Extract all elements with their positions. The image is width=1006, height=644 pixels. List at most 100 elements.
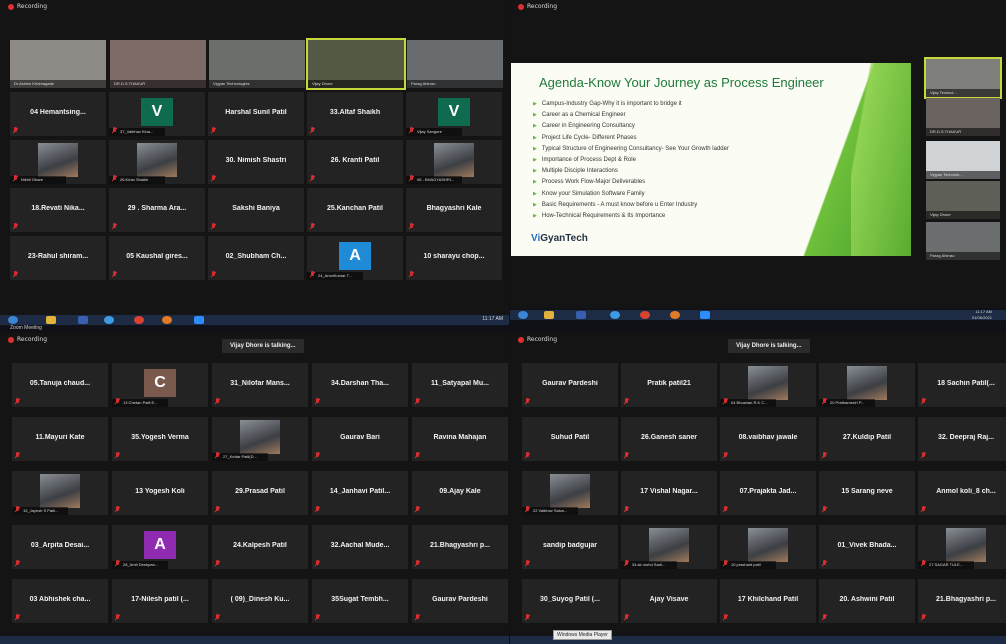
- zoom-icon[interactable]: [700, 311, 710, 319]
- participant-tile[interactable]: 21.Bhagyashri p...: [918, 579, 1006, 623]
- participant-tile[interactable]: 21.Bhagyashri p...: [412, 525, 508, 569]
- participant-tile[interactable]: 23-Rahul shiram...: [10, 236, 106, 280]
- chrome-icon[interactable]: [640, 311, 650, 319]
- firefox-icon[interactable]: [670, 311, 680, 319]
- participant-tile[interactable]: 17 Khilchand Patil: [720, 579, 816, 623]
- participant-tile[interactable]: 29.Prasad Patil: [212, 471, 308, 515]
- participant-tile[interactable]: Bhagyashri Kale: [406, 188, 502, 232]
- start-icon[interactable]: [518, 311, 528, 319]
- participant-tile[interactable]: 07.Prajakta Jad...: [720, 471, 816, 515]
- participant-tile[interactable]: 30. Nimish Shastri: [208, 140, 304, 184]
- participant-tile[interactable]: 17 Vishal Nagar...: [621, 471, 717, 515]
- muted-mic-icon: [315, 560, 320, 566]
- participant-tile[interactable]: 27_Kedar Patil(D...: [212, 417, 308, 461]
- participant-tile[interactable]: 09.Ajay Kale: [412, 471, 508, 515]
- participant-tile[interactable]: A 24_AmolKumar T...: [307, 236, 403, 280]
- participant-tile[interactable]: 01_Vivek Bhada...: [819, 525, 915, 569]
- participant-tile[interactable]: V 37_Vaibhav Kina...: [109, 92, 205, 136]
- side-video-tile[interactable]: Vigyan Technolo...: [926, 141, 1000, 179]
- participant-tile[interactable]: 26. Kranti Patil: [307, 140, 403, 184]
- side-video-tile[interactable]: Vijay Dhore: [926, 181, 1000, 219]
- participant-tile[interactable]: 15_Jayesh S Patil...: [12, 471, 108, 515]
- media-icon[interactable]: [78, 316, 88, 324]
- participant-tile[interactable]: Gaurav Pardeshi: [412, 579, 508, 623]
- participant-tile[interactable]: Ravina Mahajan: [412, 417, 508, 461]
- participant-tile[interactable]: 06 - BHAGYASHRI...: [406, 140, 502, 184]
- participant-tile[interactable]: 25.Kanchan Patil: [307, 188, 403, 232]
- participant-tile[interactable]: 35.Yogesh Verma: [112, 417, 208, 461]
- participant-tile[interactable]: 27 SAGAR TULE...: [918, 525, 1006, 569]
- participant-tile[interactable]: 15 Sarang neve: [819, 471, 915, 515]
- participant-tile[interactable]: Harshal Sunil Patil: [208, 92, 304, 136]
- participant-tile[interactable]: 04 Hemantsing...: [10, 92, 106, 136]
- participant-tile[interactable]: 05 Kaushal gires...: [109, 236, 205, 280]
- folder-icon[interactable]: [544, 311, 554, 319]
- participant-tile[interactable]: Sakshi Baniya: [208, 188, 304, 232]
- video-tile[interactable]: Parag Ahirrao: [407, 40, 503, 88]
- side-video-tile[interactable]: Vijay Technol...: [924, 57, 1002, 99]
- participant-name: 26. Kranti Patil: [330, 157, 380, 164]
- participant-tile[interactable]: Pratik patil21: [621, 363, 717, 407]
- folder-icon[interactable]: [46, 316, 56, 324]
- participant-tile[interactable]: 32.Aachal Mude...: [312, 525, 408, 569]
- participant-tile[interactable]: 17-Nilesh patil (...: [112, 579, 208, 623]
- participant-tile[interactable]: Ajay Visave: [621, 579, 717, 623]
- media-icon[interactable]: [576, 311, 586, 319]
- participant-tile[interactable]: C 13 Chetan Patil E...: [112, 363, 208, 407]
- participant-name: 17 Vishal Nagar...: [640, 488, 698, 495]
- video-tile[interactable]: Vijay Dhore: [306, 38, 406, 90]
- participant-tile[interactable]: 31_Nilofar Mans...: [212, 363, 308, 407]
- participant-tile[interactable]: 03 Abhishek cha...: [12, 579, 108, 623]
- ie-icon[interactable]: [104, 316, 114, 324]
- video-tile[interactable]: Dr.Ashish Khobragade: [10, 40, 106, 88]
- participant-tile[interactable]: 02_Shubham Ch...: [208, 236, 304, 280]
- participant-tile[interactable]: ( 09)_Dinesh Ku...: [212, 579, 308, 623]
- participant-tile[interactable]: 20 PrathamesH P...: [819, 363, 915, 407]
- participant-tile[interactable]: 18 Sachin Patil(...: [918, 363, 1006, 407]
- participant-tile[interactable]: Gaurav Pardeshi: [522, 363, 618, 407]
- start-icon[interactable]: [8, 316, 18, 324]
- participant-tile[interactable]: Anmol koli_8 ch...: [918, 471, 1006, 515]
- side-video-tile[interactable]: Parag Ahirrao: [926, 222, 1000, 260]
- participant-tile[interactable]: 30_Suyog Patil (...: [522, 579, 618, 623]
- video-tile[interactable]: DR.D.S.THAKUR: [110, 40, 206, 88]
- participant-tile[interactable]: Nikhil Ghare: [10, 140, 106, 184]
- participant-tile[interactable]: 33.Altaf Shaikh: [307, 92, 403, 136]
- participant-tile[interactable]: 34.sk mohd Sadi...: [621, 525, 717, 569]
- participant-tile[interactable]: 13 Yogesh Koli: [112, 471, 208, 515]
- participant-tile[interactable]: Gaurav Bari: [312, 417, 408, 461]
- ie-icon[interactable]: [610, 311, 620, 319]
- muted-mic-icon: [112, 223, 117, 229]
- participant-tile[interactable]: 22 Vaibhav Salun...: [522, 471, 618, 515]
- participant-tile[interactable]: 35Sugat Tembh...: [312, 579, 408, 623]
- participant-tile[interactable]: 05.Tanuja chaud...: [12, 363, 108, 407]
- participant-name: 30_Suyog Patil (...: [540, 596, 600, 603]
- participant-tile[interactable]: 10 prashant patil: [720, 525, 816, 569]
- participant-tile[interactable]: 20. Ashwini Patil: [819, 579, 915, 623]
- participant-tile[interactable]: 27.Kuldip Patil: [819, 417, 915, 461]
- side-video-tile[interactable]: DR.D.S.THAKUR: [926, 98, 1000, 136]
- chrome-icon[interactable]: [134, 316, 144, 324]
- participant-tile[interactable]: 14_Janhavi Patil...: [312, 471, 408, 515]
- participant-tile[interactable]: 11.Mayuri Kate: [12, 417, 108, 461]
- participant-tile[interactable]: 26.Ganesh saner: [621, 417, 717, 461]
- participant-tile[interactable]: 08.vaibhav jawale: [720, 417, 816, 461]
- participant-tile[interactable]: sandip badgujar: [522, 525, 618, 569]
- video-tile[interactable]: Vigyan Technologies: [209, 40, 305, 88]
- participant-tile[interactable]: Suhud Patil: [522, 417, 618, 461]
- firefox-icon[interactable]: [162, 316, 172, 324]
- participant-tile[interactable]: 34.Darshan Tha...: [312, 363, 408, 407]
- zoom-icon[interactable]: [194, 316, 204, 324]
- participant-tile[interactable]: 11_Satyapal Mu...: [412, 363, 508, 407]
- participant-tile[interactable]: 32. Deepraj Raj...: [918, 417, 1006, 461]
- participant-tile[interactable]: 29 . Sharma Ara...: [109, 188, 205, 232]
- participant-tile[interactable]: 10 sharayu chop...: [406, 236, 502, 280]
- participant-tile[interactable]: 18.Revati Nika...: [10, 188, 106, 232]
- participant-tile[interactable]: 04 Bhushan R.K C...: [720, 363, 816, 407]
- participant-tile[interactable]: 03_Arpita Desai...: [12, 525, 108, 569]
- participant-tile[interactable]: V Vijay Sangore: [406, 92, 502, 136]
- participant-tile[interactable]: 24.Kalpesh Patil: [212, 525, 308, 569]
- participant-photo: [847, 366, 887, 400]
- participant-tile[interactable]: 26.Kiran Shaikh: [109, 140, 205, 184]
- participant-tile[interactable]: A 28_Amit Deshpan...: [112, 525, 208, 569]
